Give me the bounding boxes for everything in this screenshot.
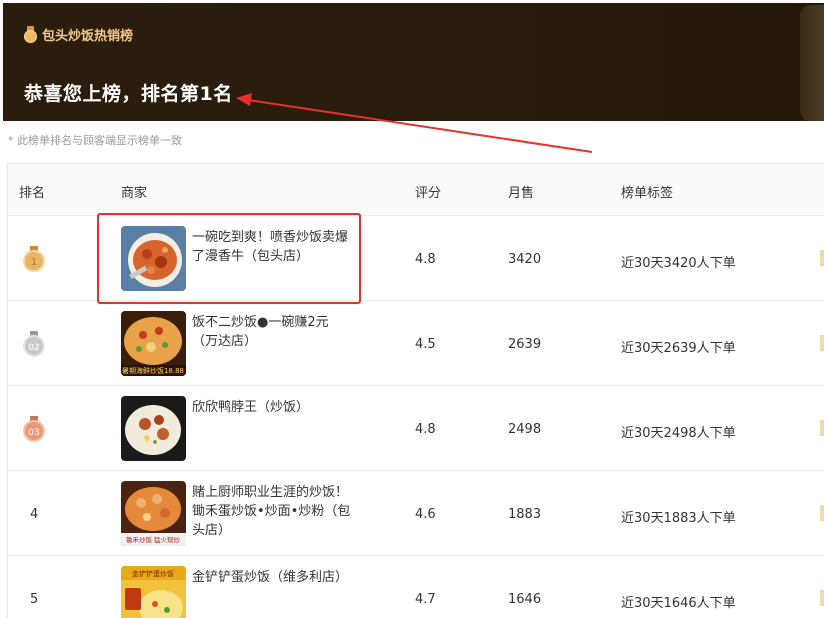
merchant-score: 4.7 xyxy=(415,592,436,607)
row-edge-mark xyxy=(820,590,824,606)
table-row[interactable]: 1 一碗吃到爽！喷香炒饭卖爆了漫香牛（包头店） 4.8 3420 近30天342… xyxy=(8,216,824,301)
thumbnail-caption: 锄禾炒饭 猛火现炒 xyxy=(126,535,181,544)
silver-medal-icon: 02 xyxy=(22,331,46,357)
merchant-score: 4.8 xyxy=(415,422,436,437)
medal-icon xyxy=(23,25,38,43)
header-merchant: 商家 xyxy=(121,186,148,201)
merchant-thumbnail[interactable]: 锄禾炒饭 猛火现炒 xyxy=(121,481,186,546)
merchant-thumbnail[interactable] xyxy=(121,396,186,461)
ranking-table: 排名 商家 评分 月售 榜单标签 1 一碗吃到爽！喷香炒饭卖爆了漫香牛（包头店）… xyxy=(7,163,824,618)
table-header: 排名 商家 评分 月售 榜单标签 xyxy=(8,164,824,216)
ranking-tag: 近30天3420人下单 xyxy=(621,256,736,271)
header-sales: 月售 xyxy=(508,186,535,201)
table-row[interactable]: 5 金铲铲蛋炒饭 金铲铲蛋炒饭（维多利店） 4.7 1646 近30天1646人… xyxy=(8,556,824,618)
merchant-name[interactable]: 赌上厨师职业生涯的炒饭！锄禾蛋炒饭•炒面•炒粉（包头店） xyxy=(192,483,352,540)
rank-number: 4 xyxy=(30,507,39,522)
ranking-tag: 近30天1646人下单 xyxy=(621,596,736,611)
banner-side-panel xyxy=(800,5,824,121)
header-score: 评分 xyxy=(415,186,442,201)
merchant-score: 4.8 xyxy=(415,252,436,267)
merchant-name[interactable]: 欣欣鸭脖王（炒饭） xyxy=(192,398,352,417)
banner-brand: 包头炒饭热销榜 xyxy=(23,23,133,45)
rank-number: 02 xyxy=(28,343,39,353)
merchant-sales: 1883 xyxy=(508,507,542,522)
row-edge-mark xyxy=(820,505,824,521)
thumbnail-caption: 暑期海鲜炒饭18.88 xyxy=(122,366,184,375)
bronze-medal-icon: 03 xyxy=(22,416,46,442)
merchant-name[interactable]: 金铲铲蛋炒饭（维多利店） xyxy=(192,568,352,587)
gold-medal-icon: 1 xyxy=(22,246,46,272)
brand-title: 包头炒饭热销榜 xyxy=(42,28,134,44)
ranking-tag: 近30天2639人下单 xyxy=(621,341,736,356)
table-row[interactable]: 02 暑期海鲜炒饭18.88 饭不二炒饭●一碗赚2元（万达店） 4.5 2639… xyxy=(8,301,824,386)
merchant-score: 4.5 xyxy=(415,337,436,352)
merchant-sales: 1646 xyxy=(508,592,542,607)
merchant-thumbnail[interactable] xyxy=(121,226,186,291)
rank-number: 5 xyxy=(30,592,39,607)
row-edge-mark xyxy=(820,335,824,351)
merchant-name[interactable]: 一碗吃到爽！喷香炒饭卖爆了漫香牛（包头店） xyxy=(192,228,352,266)
merchant-name[interactable]: 饭不二炒饭●一碗赚2元（万达店） xyxy=(192,313,352,351)
merchant-thumbnail[interactable]: 金铲铲蛋炒饭 xyxy=(121,566,186,618)
thumbnail-caption: 金铲铲蛋炒饭 xyxy=(132,569,174,578)
merchant-sales: 3420 xyxy=(508,252,542,267)
header-tag: 榜单标签 xyxy=(621,186,674,201)
rank-number: 1 xyxy=(31,257,37,268)
merchant-thumbnail[interactable]: 暑期海鲜炒饭18.88 xyxy=(121,311,186,376)
ranking-notice: * 此榜单排名与顾客端显示榜单一致 xyxy=(8,134,182,147)
row-edge-mark xyxy=(820,250,824,266)
row-edge-mark xyxy=(820,420,824,436)
ranking-tag: 近30天1883人下单 xyxy=(621,511,736,526)
table-row[interactable]: 4 锄禾炒饭 猛火现炒 赌上厨师职业生涯的炒饭！锄禾蛋炒饭•炒面•炒粉（包头店）… xyxy=(8,471,824,556)
ranking-tag: 近30天2498人下单 xyxy=(621,426,736,441)
merchant-sales: 2498 xyxy=(508,422,542,437)
merchant-sales: 2639 xyxy=(508,337,542,352)
rank-number: 03 xyxy=(28,428,39,438)
ranking-banner: 包头炒饭热销榜 恭喜您上榜，排名第1名 xyxy=(3,3,824,121)
header-rank: 排名 xyxy=(19,186,46,201)
merchant-score: 4.6 xyxy=(415,507,436,522)
table-row[interactable]: 03 欣欣鸭脖王（炒饭） 4.8 2498 近30天2498人下单 xyxy=(8,386,824,471)
rank-congrats-title: 恭喜您上榜，排名第1名 xyxy=(24,83,233,105)
